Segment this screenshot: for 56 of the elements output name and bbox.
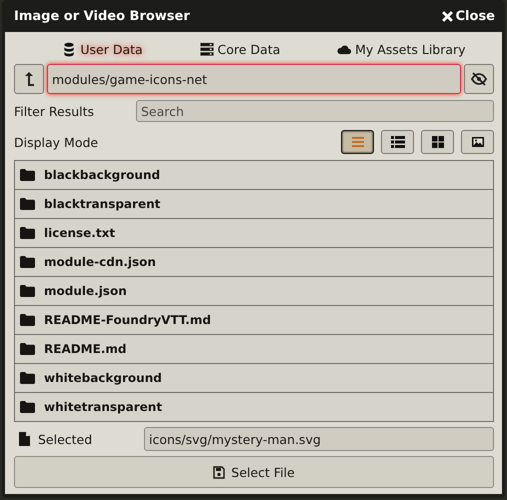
file-row[interactable]: README-FoundryVTT.md — [15, 306, 493, 335]
window-title: Image or Video Browser — [14, 8, 190, 24]
file-name: whitetransparent — [44, 400, 162, 414]
file-row[interactable]: whitebackground — [15, 364, 493, 393]
image-icon — [470, 135, 484, 149]
file-name: README-FoundryVTT.md — [44, 313, 211, 327]
file-row[interactable]: README.md — [15, 335, 493, 364]
select-file-button[interactable]: Select File — [14, 456, 494, 488]
folder-icon — [20, 256, 35, 268]
file-row[interactable]: whitetransparent — [15, 393, 493, 421]
close-button[interactable]: Close — [442, 8, 495, 24]
folder-icon — [20, 372, 35, 384]
folder-icon — [20, 343, 35, 355]
folder-icon — [20, 227, 35, 239]
file-name: README.md — [44, 342, 126, 356]
database-icon — [62, 42, 76, 56]
up-button[interactable] — [14, 64, 44, 94]
display-mode-button[interactable] — [381, 130, 414, 154]
file-row[interactable]: module.json — [15, 277, 493, 306]
display-mode-button[interactable] — [461, 130, 494, 154]
folder-icon — [20, 198, 35, 210]
save-icon — [213, 466, 226, 478]
file-row[interactable]: blacktransparent — [15, 190, 493, 219]
selected-label: Selected — [38, 432, 94, 446]
file-name: blacktransparent — [44, 197, 160, 211]
folder-icon — [20, 169, 35, 181]
source-tab[interactable]: My Assets Library — [335, 40, 468, 58]
file-row[interactable]: module-cdn.json — [15, 248, 493, 277]
source-tab[interactable]: User Data — [60, 40, 145, 58]
source-tab[interactable]: Core Data — [198, 40, 282, 58]
hide-button[interactable] — [464, 64, 494, 94]
file-name: whitebackground — [44, 371, 162, 385]
server-icon — [200, 42, 214, 56]
file-name: module.json — [44, 284, 127, 298]
file-row[interactable]: license.txt — [15, 219, 493, 248]
search-field[interactable]: Search — [136, 100, 494, 122]
folder-icon — [20, 285, 35, 297]
eye-slash-icon — [471, 72, 487, 86]
filter-label: Filter Results — [14, 104, 96, 118]
file-name: module-cdn.json — [44, 255, 156, 269]
grid-icon — [430, 135, 444, 149]
selected-file-field[interactable]: icons/svg/mystery-man.svg — [144, 427, 494, 451]
list-icon — [390, 135, 404, 149]
file-name: license.txt — [44, 226, 116, 240]
file-row[interactable]: blackbackground — [15, 161, 493, 190]
display-mode-button[interactable] — [421, 130, 454, 154]
file-name: blackbackground — [44, 168, 160, 182]
path-field[interactable]: modules/game-icons-net — [47, 64, 461, 94]
folder-icon — [20, 314, 35, 326]
menu-icon — [350, 135, 364, 149]
display-mode-button[interactable] — [341, 130, 374, 154]
display-mode-label: Display Mode — [14, 134, 100, 150]
close-icon — [442, 10, 453, 22]
file-icon — [19, 432, 30, 446]
folder-icon — [20, 401, 35, 413]
up-arrow-icon — [23, 71, 35, 87]
